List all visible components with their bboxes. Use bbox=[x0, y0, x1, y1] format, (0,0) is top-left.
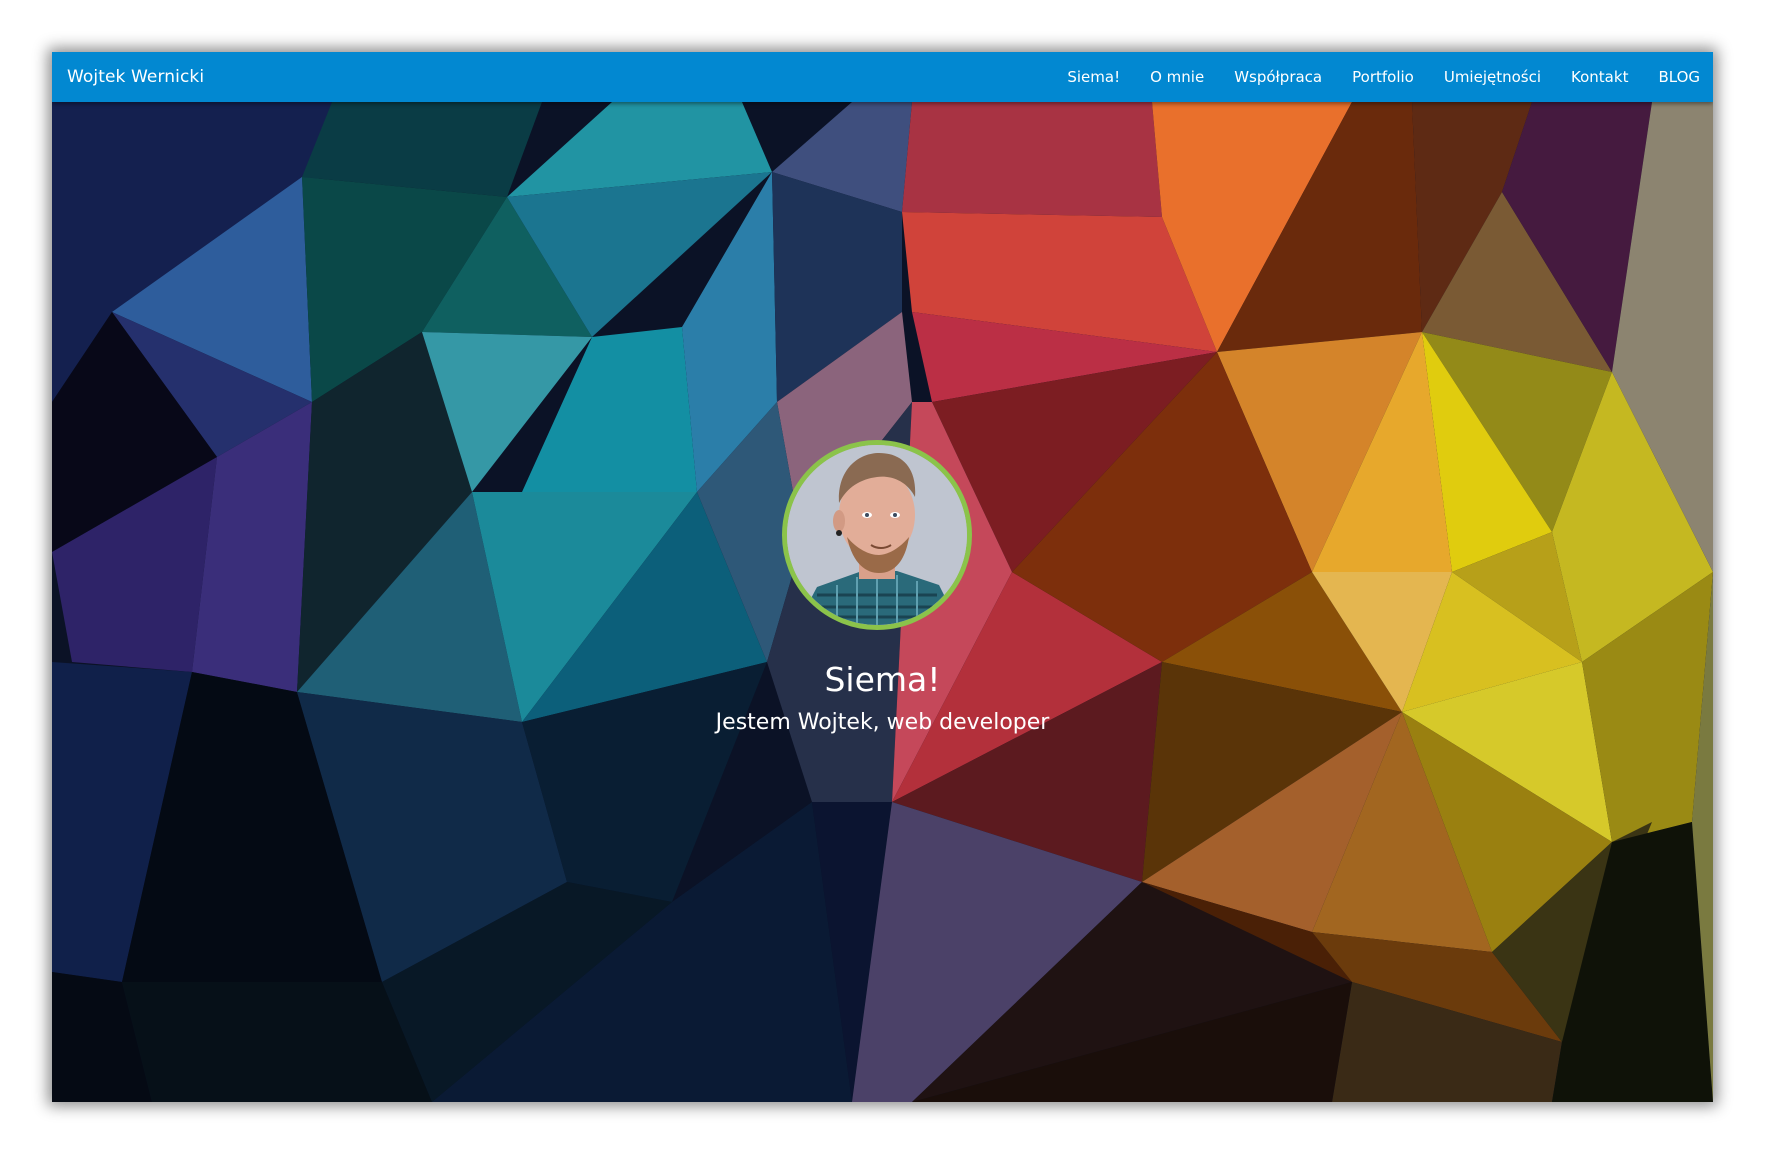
nav-item-kontakt[interactable]: Kontakt bbox=[1571, 68, 1628, 86]
profile-photo-icon bbox=[787, 445, 967, 625]
hero-title: Siema! bbox=[824, 660, 941, 699]
nav-menu: Siema! O mnie Współpraca Portfolio Umiej… bbox=[1037, 68, 1713, 86]
hero-subtitle: Jestem Wojtek, web developer bbox=[715, 710, 1050, 735]
brand-link[interactable]: Wojtek Wernicki bbox=[52, 67, 204, 87]
nav-item-portfolio[interactable]: Portfolio bbox=[1352, 68, 1414, 86]
nav-item-siema[interactable]: Siema! bbox=[1067, 68, 1120, 86]
nav-item-o-mnie[interactable]: O mnie bbox=[1150, 68, 1204, 86]
hero-section: Siema! Jestem Wojtek, web developer bbox=[52, 102, 1713, 1102]
nav-item-umiejetnosci[interactable]: Umiejętności bbox=[1444, 68, 1541, 86]
browser-viewport: Wojtek Wernicki Siema! O mnie Współpraca… bbox=[52, 52, 1713, 1102]
top-navbar: Wojtek Wernicki Siema! O mnie Współpraca… bbox=[52, 52, 1713, 102]
profile-avatar bbox=[782, 440, 972, 630]
nav-item-blog[interactable]: BLOG bbox=[1658, 68, 1700, 86]
nav-item-wspolpraca[interactable]: Współpraca bbox=[1234, 68, 1322, 86]
